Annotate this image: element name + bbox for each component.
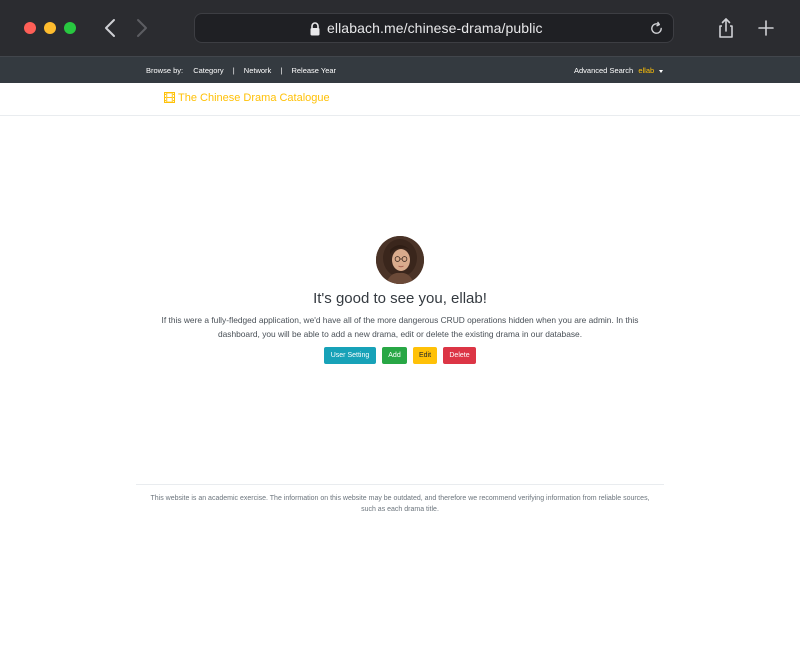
avatar [376,236,424,284]
back-arrow-icon[interactable] [100,16,120,40]
site-navbar: Browse by: Category | Network | Release … [0,56,800,83]
browse-by-nav: Browse by: Category | Network | Release … [146,66,336,75]
advanced-search-area: Advanced Search ellab [574,66,664,75]
forward-arrow-icon[interactable] [132,16,152,40]
user-setting-button[interactable]: User Setting [324,347,376,364]
footer-disclaimer: This website is an academic exercise. Th… [150,495,650,513]
share-icon[interactable] [716,17,736,39]
advanced-search-link[interactable]: Advanced Search [574,66,633,75]
nav-link-release-year[interactable]: Release Year [291,66,336,75]
dashboard-description: If this were a fully-fledged application… [161,315,639,339]
browser-toolbar: ellabach.me/chinese-drama/public [0,0,800,56]
caret-down-icon[interactable] [659,69,664,73]
close-window-button[interactable] [24,22,36,34]
edit-button[interactable]: Edit [413,347,437,364]
brand-title: The Chinese Drama Catalogue [178,92,330,104]
avatar-image [376,236,424,284]
greeting-heading: It's good to see you, ellab! [313,290,487,307]
reload-icon[interactable] [649,21,664,36]
browse-by-label: Browse by: [146,66,184,75]
delete-button[interactable]: Delete [443,347,476,364]
new-tab-icon[interactable] [757,19,775,37]
zoom-window-button[interactable] [64,22,76,34]
film-icon [163,91,176,104]
url-text: ellabach.me/chinese-drama/public [327,20,543,36]
footer-divider [136,484,664,485]
nav-link-category[interactable]: Category [193,66,223,75]
nav-separator: | [232,66,235,75]
address-bar[interactable]: ellabach.me/chinese-drama/public [194,13,674,43]
add-button[interactable]: Add [382,347,407,364]
nav-separator: | [280,66,283,75]
brand-link[interactable]: The Chinese Drama Catalogue [163,91,330,104]
lock-icon [310,22,320,36]
minimize-window-button[interactable] [44,22,56,34]
user-menu-toggle[interactable]: ellab [638,66,654,75]
nav-link-network[interactable]: Network [244,66,272,75]
brand-bar: The Chinese Drama Catalogue [0,83,800,116]
